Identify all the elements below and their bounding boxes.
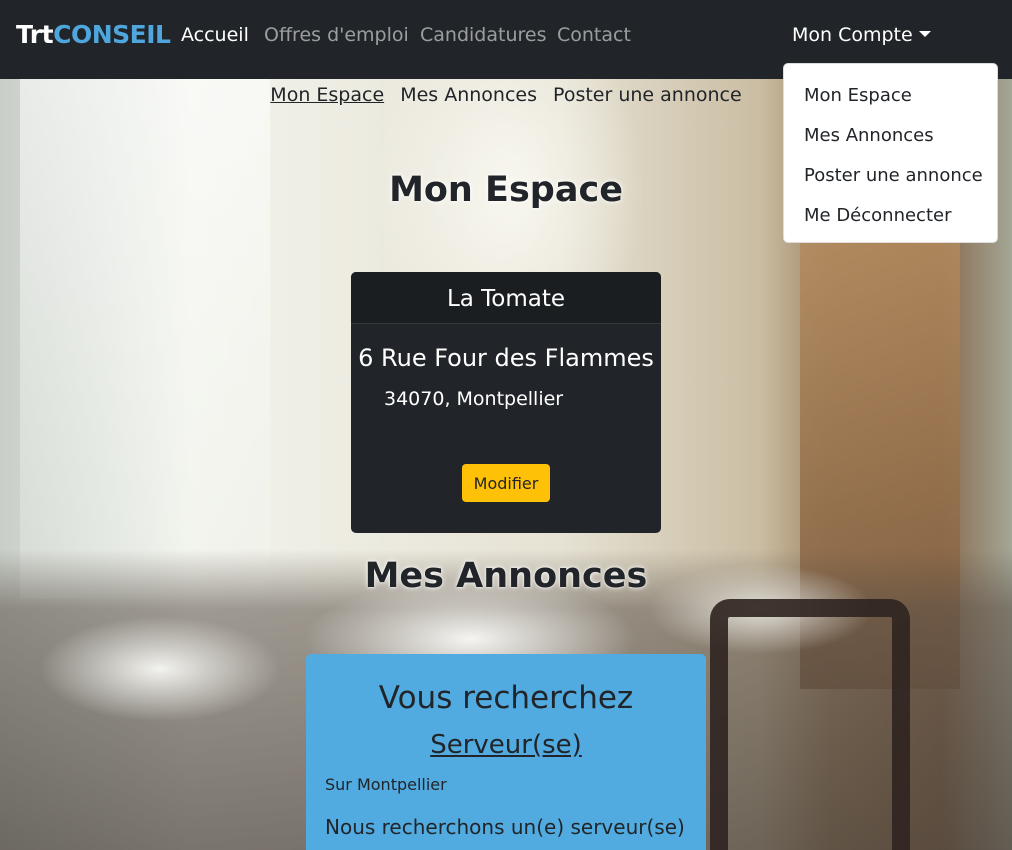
brand-logo[interactable]: TrtCONSEIL bbox=[16, 20, 171, 49]
dropdown-item-deconnecter[interactable]: Me Déconnecter bbox=[784, 196, 997, 236]
mes-annonces-title: Mes Annonces bbox=[364, 556, 648, 596]
brand-text-conseil: CONSEIL bbox=[53, 20, 171, 49]
account-label: Mon Compte bbox=[792, 24, 913, 46]
dropdown-item-mes-annonces[interactable]: Mes Annonces bbox=[784, 116, 997, 156]
background-chair bbox=[710, 599, 910, 850]
background-window bbox=[20, 79, 270, 599]
company-card: La Tomate 6 Rue Four des Flammes 34070, … bbox=[351, 272, 661, 533]
caret-down-icon bbox=[918, 31, 931, 37]
subnav-link-mon-espace[interactable]: Mon Espace bbox=[270, 84, 384, 106]
offer-description: Nous recherchons un(e) serveur(se) bbox=[325, 815, 685, 839]
modify-button[interactable]: Modifier bbox=[462, 464, 550, 502]
offer-heading: Vous recherchez bbox=[378, 680, 634, 716]
nav-link-offres-emploi[interactable]: Offres d'emploi bbox=[264, 24, 409, 46]
offer-location: Sur Montpellier bbox=[325, 775, 447, 794]
nav-link-candidatures[interactable]: Candidatures bbox=[420, 24, 546, 46]
dropdown-item-mon-espace[interactable]: Mon Espace bbox=[784, 76, 997, 116]
job-offer-card: Vous recherchez Serveur(se) Sur Montpell… bbox=[306, 654, 706, 850]
nav-link-accueil[interactable]: Accueil bbox=[181, 24, 249, 46]
company-city: 34070, Montpellier bbox=[384, 388, 564, 410]
dropdown-item-poster-annonce[interactable]: Poster une annonce bbox=[784, 156, 997, 196]
brand-text-trt: Trt bbox=[16, 20, 54, 49]
offer-job-link[interactable]: Serveur(se) bbox=[306, 730, 706, 760]
nav-link-contact[interactable]: Contact bbox=[557, 24, 631, 46]
account-dropdown-menu: Mon Espace Mes Annonces Poster une annon… bbox=[783, 63, 998, 243]
subnav-link-mes-annonces[interactable]: Mes Annonces bbox=[400, 84, 537, 106]
company-name: La Tomate bbox=[351, 272, 661, 324]
subnav-link-poster-annonce[interactable]: Poster une annonce bbox=[553, 84, 742, 106]
account-dropdown-toggle[interactable]: Mon Compte bbox=[792, 24, 931, 46]
company-street: 6 Rue Four des Flammes bbox=[358, 344, 654, 372]
